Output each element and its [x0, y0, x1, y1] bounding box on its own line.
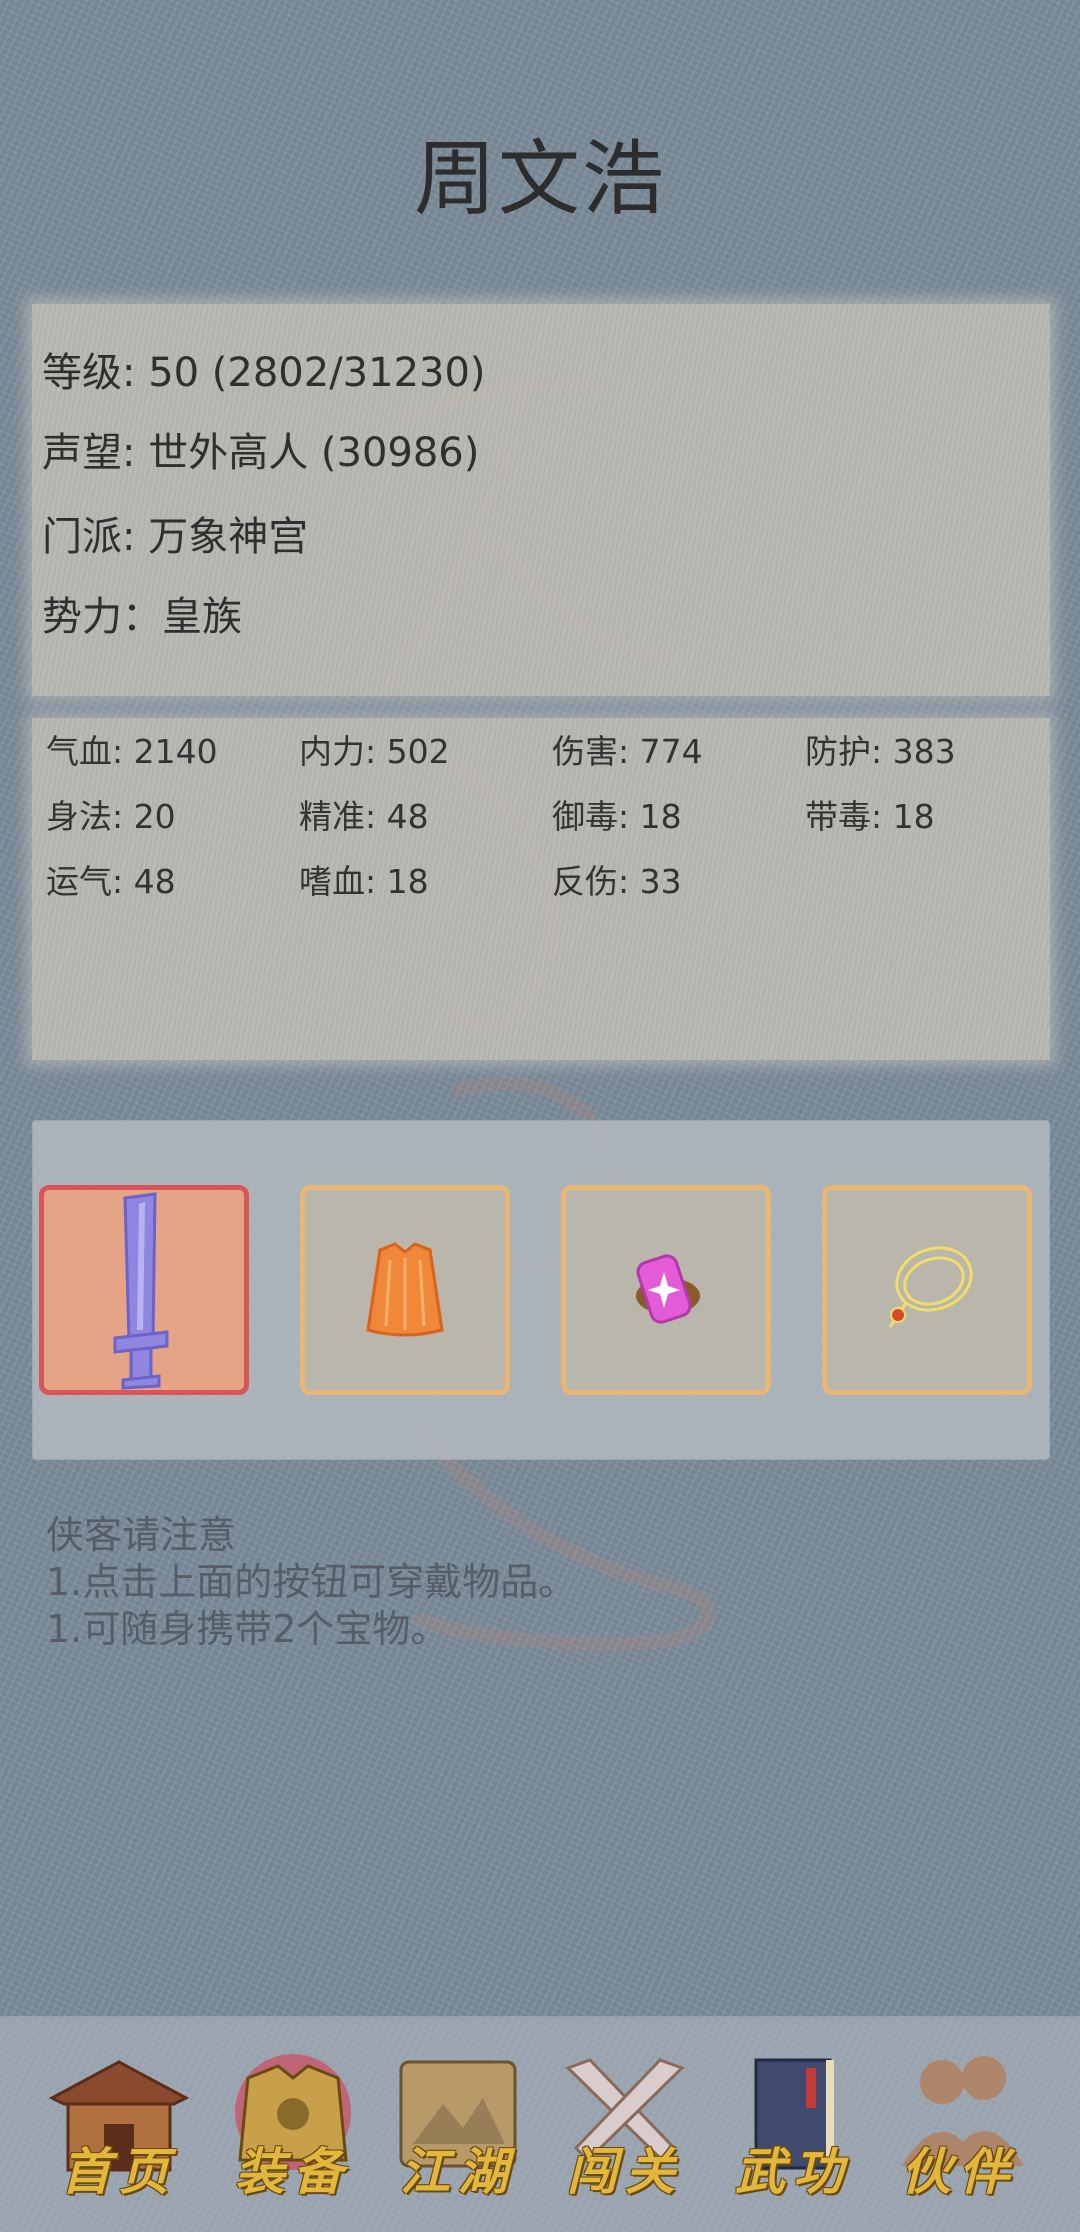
equipment-panel [32, 1120, 1050, 1460]
stat-poison: 带毒: 18 [805, 797, 935, 836]
stat-mana: 内力: 502 [299, 732, 450, 771]
stat-lifesteal: 嗜血: 18 [299, 862, 429, 901]
notice-line-2: 1.可随身携带2个宝物。 [46, 1607, 449, 1651]
nav-jianghu[interactable]: 江湖 [383, 2048, 533, 2208]
nav-martial[interactable]: 武功 [718, 2048, 868, 2208]
equip-slot-weapon[interactable] [39, 1185, 249, 1395]
nav-equip[interactable]: 装备 [218, 2048, 368, 2208]
stat-poison-resist: 御毒: 18 [552, 797, 682, 836]
notice-title: 侠客请注意 [46, 1513, 237, 1557]
stat-luck: 运气: 48 [46, 862, 176, 901]
armor-icon [366, 1242, 444, 1337]
necklace-icon [888, 1246, 973, 1328]
nav-challenge[interactable]: 闯关 [550, 2048, 700, 2208]
equip-slot-accessory[interactable] [822, 1185, 1032, 1395]
stat-agility: 身法: 20 [46, 797, 176, 836]
nav-partner-label: 伙伴 [901, 2142, 1017, 2201]
nav-partner[interactable]: 伙伴 [884, 2048, 1034, 2208]
stat-accuracy: 精准: 48 [299, 797, 429, 836]
character-name: 周文浩 [413, 132, 666, 227]
stat-defense: 防护: 383 [805, 732, 956, 771]
nav-home[interactable]: 首页 [44, 2048, 194, 2208]
notice-block: 侠客请注意 1.点击上面的按钮可穿戴物品。 1.可随身携带2个宝物。 [46, 1512, 576, 1653]
nav-challenge-label: 闯关 [567, 2142, 683, 2201]
stat-damage: 伤害: 774 [552, 732, 703, 771]
bottom-nav: 首页 装备 江湖 闯关 武功 伙伴 [0, 2016, 1080, 2232]
equip-slot-armor[interactable] [300, 1185, 510, 1395]
equip-slot-treasure[interactable] [561, 1185, 771, 1395]
faction-text: 势力：皇族 [42, 594, 242, 640]
stat-hp: 气血: 2140 [46, 732, 218, 771]
nav-martial-label: 武功 [735, 2142, 851, 2201]
level-text: 等级: 50 (2802/31230) [42, 350, 486, 396]
nav-equip-label: 装备 [235, 2142, 351, 2201]
stats-panel: 气血: 2140 内力: 502 伤害: 774 防护: 383 身法: 20 … [32, 718, 1050, 1060]
reputation-text: 声望: 世外高人 (30986) [42, 430, 480, 476]
notice-line-1: 1.点击上面的按钮可穿戴物品。 [46, 1560, 577, 1604]
profile-panel: 等级: 50 (2802/31230) 声望: 世外高人 (30986) 门派:… [32, 304, 1050, 696]
sword-icon [113, 1192, 169, 1390]
ring-icon [636, 1254, 700, 1324]
stat-reflect: 反伤: 33 [552, 862, 682, 901]
nav-home-label: 首页 [61, 2142, 177, 2201]
sect-text: 门派: 万象神宫 [42, 514, 309, 560]
nav-jianghu-label: 江湖 [400, 2142, 516, 2201]
